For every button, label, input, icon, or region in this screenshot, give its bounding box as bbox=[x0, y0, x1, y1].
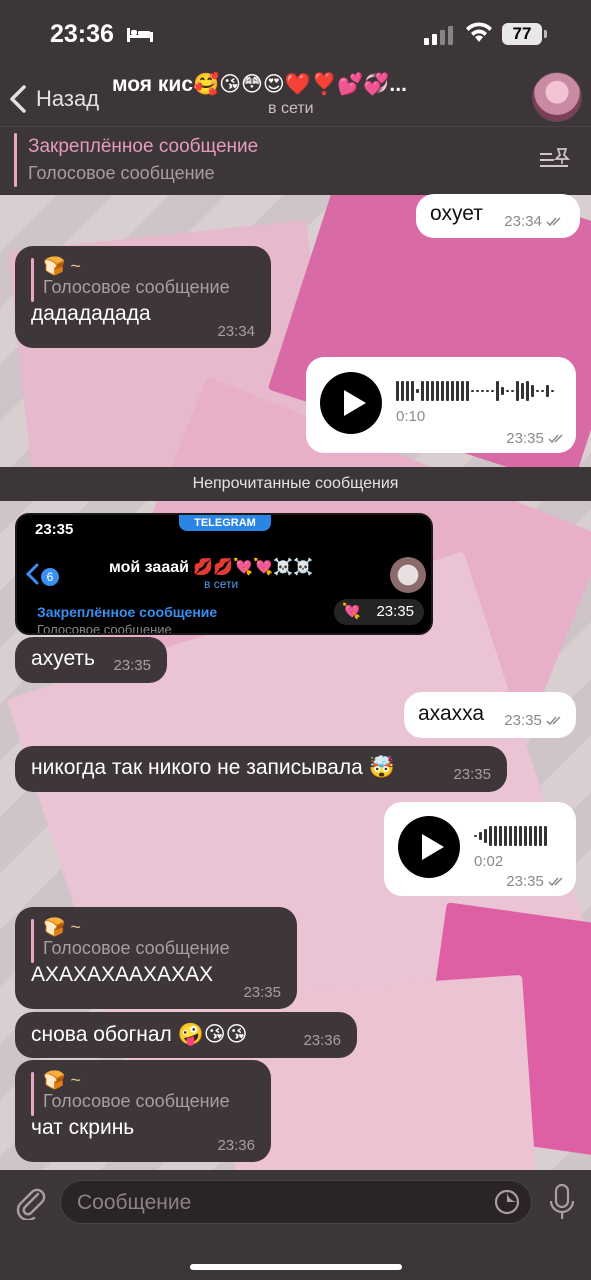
chat-title[interactable]: моя кис🥰😘😳😍❤️❣️💕💞... bbox=[112, 72, 407, 97]
chevron-left-icon bbox=[10, 85, 26, 113]
double-check-icon bbox=[546, 716, 561, 726]
shot-avatar bbox=[390, 557, 426, 593]
message-input-bar: Сообщение bbox=[0, 1170, 591, 1280]
message-bubble-incoming[interactable]: ахуеть 23:35 bbox=[15, 637, 167, 683]
message-text: охует bbox=[430, 202, 483, 225]
reply-subtitle: Голосовое сообщение bbox=[43, 938, 230, 958]
status-time: 23:36 bbox=[50, 20, 114, 48]
play-icon[interactable] bbox=[320, 372, 382, 434]
paperclip-icon[interactable] bbox=[14, 1184, 46, 1220]
message-time: 23:35 bbox=[506, 873, 544, 890]
message-time: 23:35 bbox=[113, 657, 151, 674]
message-time: 23:36 bbox=[217, 1137, 255, 1154]
telegram-badge: TELEGRAM bbox=[179, 515, 271, 531]
reply-subtitle: Голосовое сообщение bbox=[43, 1091, 230, 1111]
shot-time-chip: 💘 23:35 bbox=[334, 599, 424, 625]
unread-messages-divider: Непрочитанные сообщения bbox=[0, 467, 591, 501]
reply-sender: 🍞 ~ bbox=[43, 256, 81, 276]
message-time: 23:35 bbox=[453, 766, 491, 783]
voice-message-outgoing[interactable]: 0:02 23:35 bbox=[384, 802, 576, 896]
voice-waveform[interactable] bbox=[396, 379, 554, 403]
pinned-accent-line bbox=[14, 133, 17, 187]
chat-status: в сети bbox=[268, 100, 314, 117]
double-check-icon bbox=[548, 434, 563, 444]
message-text: никогда так никого не записывала 🤯 bbox=[31, 756, 395, 779]
message-time: 23:34 bbox=[217, 323, 255, 340]
message-text: ахуеть bbox=[31, 647, 95, 670]
message-time: 23:35 bbox=[243, 984, 281, 1001]
pinned-subtitle: Голосовое сообщение bbox=[28, 163, 215, 183]
shot-pinned-subtitle: Голосовое сообщение bbox=[37, 622, 172, 635]
contact-avatar[interactable] bbox=[532, 72, 582, 122]
battery-tip bbox=[544, 30, 547, 38]
battery-indicator: 77 bbox=[502, 23, 542, 45]
play-icon[interactable] bbox=[398, 816, 460, 878]
message-bubble-outgoing[interactable]: ахахха 23:35 bbox=[404, 692, 576, 738]
status-bar: 23:36 77 bbox=[0, 0, 591, 70]
voice-message-outgoing[interactable]: 0:10 23:35 bbox=[306, 357, 576, 453]
shot-heart: 💘 bbox=[342, 603, 361, 620]
message-time: 23:34 bbox=[504, 213, 542, 230]
shot-status-time: 23:35 bbox=[35, 521, 74, 538]
message-time: 23:36 bbox=[303, 1032, 341, 1049]
sleep-focus-icon bbox=[127, 28, 153, 42]
back-button[interactable]: Назад bbox=[8, 82, 99, 116]
shot-chat-title: мой зааай 💋💋💘💘☠️☠️ bbox=[109, 559, 313, 576]
reply-preview[interactable]: 🍞 ~ Голосовое сообщение bbox=[31, 917, 281, 963]
voice-duration: 0:02 bbox=[474, 853, 504, 870]
pinned-message-bar[interactable]: Закреплённое сообщение Голосовое сообщен… bbox=[0, 126, 591, 194]
message-bubble-incoming[interactable]: 🍞 ~ Голосовое сообщение чат скринь 23:36 bbox=[15, 1060, 271, 1162]
microphone-icon[interactable] bbox=[550, 1184, 574, 1220]
message-bubble-incoming[interactable]: 🍞 ~ Голосовое сообщение дадададада 23:34 bbox=[15, 246, 271, 348]
image-message-screenshot[interactable]: 23:35 TELEGRAM 6 мой зааай 💋💋💘💘☠️☠️ в се… bbox=[15, 513, 433, 635]
pinned-title: Закреплённое сообщение bbox=[28, 136, 259, 157]
reply-subtitle: Голосовое сообщение bbox=[43, 277, 230, 297]
cellular-signal-icon bbox=[424, 26, 453, 45]
message-bubble-incoming[interactable]: 🍞 ~ Голосовое сообщение АХАХАХААХАХАХ 23… bbox=[15, 907, 297, 1009]
double-check-icon bbox=[548, 877, 563, 887]
shot-unread-badge: 6 bbox=[41, 568, 59, 586]
sticker-icon[interactable] bbox=[493, 1188, 521, 1216]
chat-header: Назад моя кис🥰😘😳😍❤️❣️💕💞... в сети bbox=[0, 70, 591, 126]
reply-sender: 🍞 ~ bbox=[43, 1070, 81, 1090]
back-label: Назад bbox=[36, 86, 100, 111]
message-bubble-incoming[interactable]: никогда так никого не записывала 🤯 23:35 bbox=[15, 746, 507, 792]
message-bubble-incoming[interactable]: снова обогнал 🤪😘😘 23:36 bbox=[15, 1012, 357, 1058]
message-text: снова обогнал 🤪😘😘 bbox=[31, 1023, 248, 1046]
wifi-icon bbox=[466, 22, 492, 42]
shot-time-chip-text: 23:35 bbox=[376, 603, 414, 620]
reply-preview[interactable]: 🍞 ~ Голосовое сообщение bbox=[31, 1070, 255, 1116]
message-time: 23:35 bbox=[504, 712, 542, 729]
double-check-icon bbox=[546, 217, 561, 227]
shot-chat-status: в сети bbox=[204, 577, 239, 591]
pinned-list-icon[interactable] bbox=[540, 147, 570, 173]
reply-sender: 🍞 ~ bbox=[43, 917, 81, 937]
message-time: 23:35 bbox=[506, 430, 544, 447]
voice-waveform[interactable] bbox=[474, 824, 547, 848]
message-input[interactable]: Сообщение bbox=[60, 1180, 532, 1224]
voice-duration: 0:10 bbox=[396, 408, 426, 425]
reply-preview[interactable]: 🍞 ~ Голосовое сообщение bbox=[31, 256, 255, 302]
message-text: ахахха bbox=[418, 702, 485, 725]
shot-pinned-title: Закреплённое сообщение bbox=[37, 604, 218, 620]
message-bubble-outgoing[interactable]: охует 23:34 bbox=[416, 194, 580, 238]
message-input-placeholder: Сообщение bbox=[77, 1191, 192, 1214]
home-indicator bbox=[190, 1264, 402, 1270]
